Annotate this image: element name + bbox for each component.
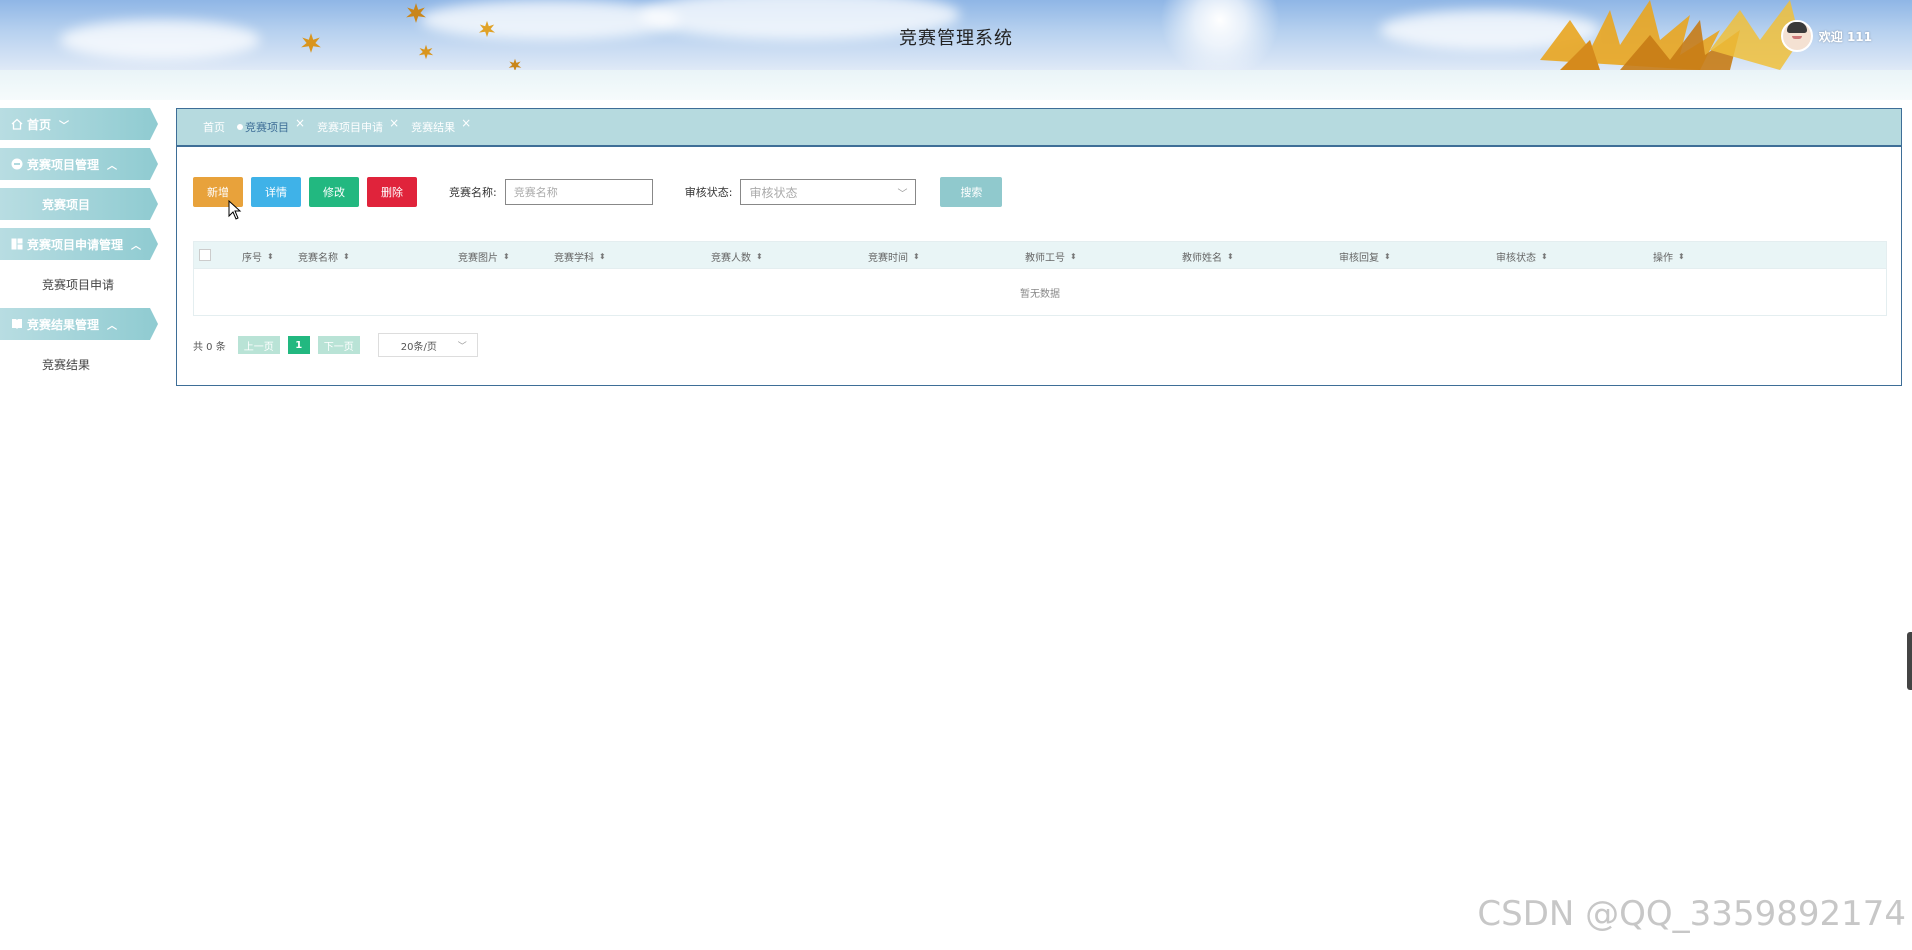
column-header-image[interactable]: 竞赛图片 ⬍ [458,249,510,264]
next-page-button[interactable]: 下一页 [317,336,360,354]
empty-state: 暂无数据 [194,268,1886,315]
sidebar-item-label: 首页 [27,117,52,132]
column-header-review-reply[interactable]: 审核回复 ⬍ [1339,249,1391,264]
sidebar-item-label: 竞赛项目申请管理 [27,237,124,252]
chevron-down-icon: ﹀ [457,341,467,352]
sidebar-item-competition-result[interactable]: 竞赛结果 [0,348,158,380]
app-title: 竞赛管理系统 [899,28,1013,49]
column-header-actions[interactable]: 操作 ⬍ [1653,249,1685,264]
home-icon [10,118,23,131]
close-icon[interactable]: × [461,116,471,130]
chevron-up-icon: ︿ [107,160,118,172]
maple-leaf-icon [508,58,522,70]
close-icon[interactable]: × [295,116,305,130]
circle-minus-icon [10,158,23,171]
main-panel: 首页 竞赛项目 × 竞赛项目申请 × 竞赛结果 × 新增 详情 修改 删除 竞赛… [176,108,1902,386]
watermark: CSDN @QQ_3359892174 [1477,894,1906,934]
review-status-label: 审核状态: [684,186,733,199]
book-icon [10,318,23,331]
close-icon[interactable]: × [389,116,399,130]
user-menu[interactable]: 欢迎 111 [1780,20,1872,52]
column-header-teacher-id[interactable]: 教师工号 ⬍ [1025,249,1077,264]
tab-project-application[interactable]: 竞赛项目申请 × [317,116,399,135]
side-handle[interactable] [1907,632,1912,690]
sort-icon[interactable]: ⬍ [343,252,350,261]
detail-button[interactable]: 详情 [251,177,301,207]
sort-icon[interactable]: ⬍ [1541,252,1548,261]
sort-icon[interactable]: ⬍ [913,252,920,261]
tab-label: 竞赛项目 [245,121,289,134]
tab-competition-project[interactable]: 竞赛项目 × [237,116,305,135]
toolbar: 新增 详情 修改 删除 竞赛名称: 竞赛名称 审核状态: 审核状态 ﹀ 搜索 [193,177,1010,207]
sort-icon[interactable]: ⬍ [267,252,274,261]
column-header-name[interactable]: 竞赛名称 ⬍ [298,249,350,264]
sort-icon[interactable]: ⬍ [599,252,606,261]
input-placeholder: 竞赛名称 [513,186,558,199]
prev-page-button[interactable]: 上一页 [237,336,280,354]
sidebar-item-label: 竞赛结果 [42,357,91,372]
column-header-time[interactable]: 竞赛时间 ⬍ [868,249,920,264]
table-header: 序号 ⬍ 竞赛名称 ⬍ 竞赛图片 ⬍ 竞赛学科 ⬍ 竞赛人数 ⬍ 竞赛时间 ⬍ 教师工号 ⬍ … [194,242,1886,268]
sort-icon[interactable]: ⬍ [503,252,510,261]
page-size-value: 20条/页 [400,341,437,353]
sidebar-item-competition-project[interactable]: 竞赛项目 [0,188,158,220]
column-header-index[interactable]: 序号 ⬍ [242,249,274,264]
chevron-down-icon: ﹀ [897,188,908,200]
select-all-checkbox[interactable] [199,249,211,261]
tab-competition-result[interactable]: 竞赛结果 × [411,116,471,135]
review-status-select[interactable]: 审核状态 ﹀ [740,179,917,205]
chevron-up-icon: ︿ [131,240,142,252]
tab-label: 竞赛结果 [411,121,456,134]
active-dot-icon [237,124,243,130]
pagination: 共 0 条 上一页 1 下一页 20条/页 ﹀ [193,333,478,357]
tab-label: 竞赛项目申请 [317,121,384,134]
grid-icon [10,238,23,251]
avatar[interactable] [1780,20,1813,52]
column-header-count[interactable]: 竞赛人数 ⬍ [711,249,763,264]
sidebar-item-label: 竞赛项目 [42,197,91,212]
header-subbar [0,70,1912,100]
competition-name-label: 竞赛名称: [449,186,497,199]
sort-icon[interactable]: ⬍ [756,252,763,261]
sidebar-item-label: 竞赛结果管理 [27,317,100,332]
search-button[interactable]: 搜索 [940,177,1003,207]
delete-button[interactable]: 删除 [367,177,417,207]
sidebar-item-project-application-management[interactable]: 竞赛项目申请管理 ︿ [0,228,158,260]
competition-name-input[interactable]: 竞赛名称 [504,179,653,205]
sidebar-item-home[interactable]: 首页 ﹀ [0,108,158,140]
sidebar-item-competition-project-management[interactable]: 竞赛项目管理 ︿ [0,148,158,180]
sidebar: 首页 ﹀ 竞赛项目管理 ︿ 竞赛项目 竞赛项目申请管理 ︿ 竞赛项目申请 竞赛结… [0,108,162,388]
sidebar-item-result-management[interactable]: 竞赛结果管理 ︿ [0,308,158,340]
edit-button[interactable]: 修改 [309,177,359,207]
sidebar-item-label: 竞赛项目申请 [42,277,115,292]
header-banner: 竞赛管理系统 欢迎 111 [0,0,1912,70]
column-header-review-status[interactable]: 审核状态 ⬍ [1496,249,1548,264]
column-header-teacher-name[interactable]: 教师姓名 ⬍ [1182,249,1234,264]
welcome-text: 欢迎 111 [1818,29,1872,44]
column-header-subject[interactable]: 竞赛学科 ⬍ [554,249,606,264]
chevron-down-icon: ﹀ [59,120,70,132]
tab-bar: 首页 竞赛项目 × 竞赛项目申请 × 竞赛结果 × [177,109,1901,147]
sort-icon[interactable]: ⬍ [1678,252,1685,261]
tab-home[interactable]: 首页 [203,119,225,135]
sort-icon[interactable]: ⬍ [1227,252,1234,261]
data-table: 序号 ⬍ 竞赛名称 ⬍ 竞赛图片 ⬍ 竞赛学科 ⬍ 竞赛人数 ⬍ 竞赛时间 ⬍ 教师工号 ⬍ … [193,241,1887,316]
select-placeholder: 审核状态 [749,185,798,200]
sidebar-item-project-application[interactable]: 竞赛项目申请 [0,268,158,300]
total-count: 共 0 条 [193,341,226,353]
tab-label: 首页 [203,121,225,134]
sidebar-item-label: 竞赛项目管理 [27,157,100,172]
chevron-up-icon: ︿ [107,320,118,332]
maple-leaf-icon [406,3,426,23]
sort-icon[interactable]: ⬍ [1070,252,1077,261]
page-number-button[interactable]: 1 [287,336,310,354]
sort-icon[interactable]: ⬍ [1384,252,1391,261]
mouse-cursor-icon [228,200,242,220]
page-size-select[interactable]: 20条/页 ﹀ [377,333,478,357]
